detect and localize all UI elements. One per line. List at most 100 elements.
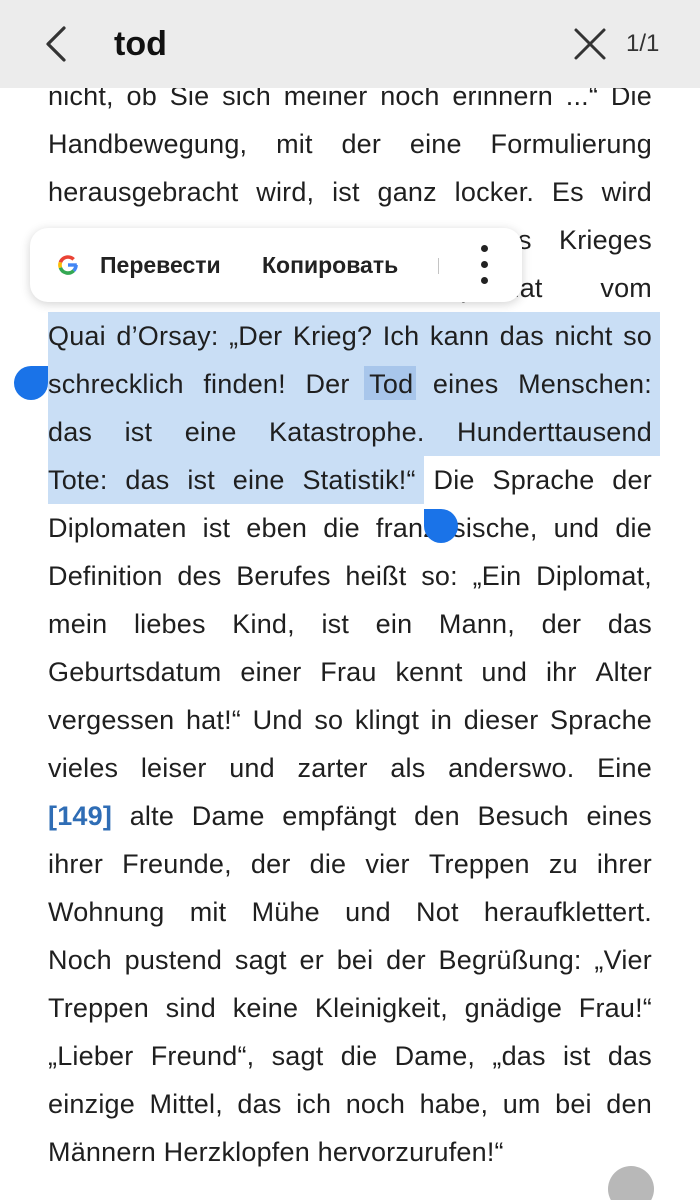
text-word: zarter (297, 753, 368, 783)
text-word: Statistik!“ (302, 465, 416, 495)
text-line[interactable]: Wohnung mit Mühe und Not heraufklettert. (48, 888, 652, 936)
text-word: habe, (419, 1089, 489, 1119)
text-word: ihr (545, 657, 577, 687)
text-word: liebes (133, 609, 206, 639)
text-word: die (340, 1041, 378, 1071)
text-word: einer (240, 657, 302, 687)
text-line[interactable]: Quai d’Orsay: „Der Krieg? Ich kann das nicht so (48, 312, 652, 360)
text-word: ich (296, 1089, 332, 1119)
text-word: sagt (234, 945, 287, 975)
text-word: eine (409, 129, 462, 159)
text-line[interactable]: vieles leiser und zarter als anderswo. Eine (48, 744, 652, 792)
text-line[interactable]: das ist eine Katastrophe. Hunderttausend (48, 408, 652, 456)
text-word: die (615, 513, 652, 543)
text-word: die (323, 513, 360, 543)
selection-start-handle[interactable] (14, 366, 48, 400)
text-line[interactable]: vergessen hat!“ Und so klingt in dieser Sprache (48, 696, 652, 744)
text-word: ist (332, 177, 360, 207)
text-word: Dame (191, 801, 265, 831)
text-word: gnädige (464, 993, 563, 1023)
text-line[interactable]: Männern Herzklopfen hervorzurufen!“ (48, 1128, 652, 1176)
text-word: Ich (382, 321, 420, 351)
text-word: Dame, (394, 1041, 476, 1071)
text-word: hat!“ (185, 705, 241, 735)
text-word: Treppen (48, 993, 149, 1023)
text-word: Sprache (492, 465, 595, 495)
text-word: Diplomaten (48, 513, 187, 543)
text-word: der (386, 945, 426, 975)
text-word: Wohnung (48, 897, 165, 927)
text-word: das (607, 1041, 652, 1071)
text-word: so (623, 321, 652, 351)
translate-button[interactable]: Перевести (100, 228, 221, 302)
text-word: finden! (203, 369, 286, 399)
text-word: das (607, 609, 652, 639)
text-line[interactable]: [149] alte Dame empfängt den Besuch eines (48, 792, 652, 840)
text-line[interactable]: Handbewegung, mit der eine Formulierung (48, 120, 652, 168)
more-vert-icon[interactable] (464, 242, 504, 288)
text-word: in (430, 705, 453, 735)
text-word: zu (548, 849, 578, 879)
text-line[interactable]: Noch pustend sagt er bei der Begrüßung: „Vier (48, 936, 652, 984)
text-word: Geburtsdatum (48, 657, 222, 687)
text-word: locker. (454, 177, 535, 207)
text-word: empfängt (282, 801, 397, 831)
search-query-input[interactable]: tod (114, 22, 167, 66)
text-word: schrecklich (48, 369, 184, 399)
text-word: mit (276, 129, 313, 159)
text-line[interactable]: mein liebes Kind, ist ein Mann, der das (48, 600, 652, 648)
text-word: Besuch (477, 801, 569, 831)
text-line[interactable]: schrecklich finden! Der Tod eines Menschen: (48, 360, 652, 408)
text-word: Quai (48, 321, 106, 351)
text-word: der (541, 609, 582, 639)
text-line[interactable]: „Lieber Freund“, sagt die Dame, „das ist das (48, 1032, 652, 1080)
text-line[interactable]: Treppen sind keine Kleinigkeit, gnädige Frau!… (48, 984, 652, 1032)
close-icon[interactable] (568, 22, 612, 66)
text-word: kann (429, 321, 490, 351)
text-word: vieles (48, 753, 119, 783)
text-word: Frau!“ (578, 993, 652, 1023)
text-word: heraufklettert. (483, 897, 652, 927)
google-icon (56, 253, 80, 277)
text-word: „Vier (594, 945, 652, 975)
text-line[interactable]: Definition des Berufes heißt so: „Ein Diplomat… (48, 552, 652, 600)
text-line[interactable]: herausgebracht wird, ist ganz locker. Es wird (48, 168, 652, 216)
text-line[interactable]: ihrer Freunde, der die vier Treppen zu ihrer (48, 840, 652, 888)
text-word: eines (586, 801, 652, 831)
text-word: dieser (463, 705, 539, 735)
text-line[interactable]: einzige Mittel, das ich noch habe, um bei den (48, 1080, 652, 1128)
text-word: Katastrophe. (269, 417, 425, 447)
copy-button[interactable]: Копировать (262, 228, 398, 302)
text-word: sind (165, 993, 216, 1023)
page-number-link[interactable]: [149] (48, 792, 112, 840)
text-line[interactable]: Diplomatenistebendiefranzösische,unddie (48, 504, 652, 552)
text-word: ist (187, 465, 215, 495)
search-bar: tod 1/1 (0, 0, 700, 88)
selection-end-handle[interactable] (424, 509, 458, 543)
text-word: ihrer (48, 849, 104, 879)
text-word: Kind, (232, 609, 295, 639)
text-word: mein (48, 609, 108, 639)
back-arrow-icon[interactable] (36, 22, 80, 66)
text-word: anderswo. (448, 753, 575, 783)
text-word: das (499, 321, 544, 351)
text-word: Freunde, (122, 849, 232, 879)
text-word: eine (184, 417, 237, 447)
text-word: einzige (48, 1089, 135, 1119)
text-word: Hunderttausend (457, 417, 652, 447)
text-line[interactable]: Geburtsdatum einer Frau kennt und ihr Alter (48, 648, 652, 696)
text-word: vier (365, 849, 410, 879)
text-word: „Ein (472, 561, 522, 591)
text-word: klingt (354, 705, 420, 735)
text-word: Diplomat, (536, 561, 652, 591)
text-word: bei (336, 945, 374, 975)
text-line[interactable]: Tote: das ist eine Statistik!“ Die Sprache der (48, 456, 652, 504)
text-word: des (177, 561, 222, 591)
text-word: nicht (554, 321, 613, 351)
text-word: um (502, 1089, 541, 1119)
text-word: der (250, 849, 291, 879)
text-word: vergessen (48, 705, 175, 735)
text-word: und (481, 657, 528, 687)
text-word: Krieges (558, 225, 652, 255)
text-word: das (237, 1089, 282, 1119)
